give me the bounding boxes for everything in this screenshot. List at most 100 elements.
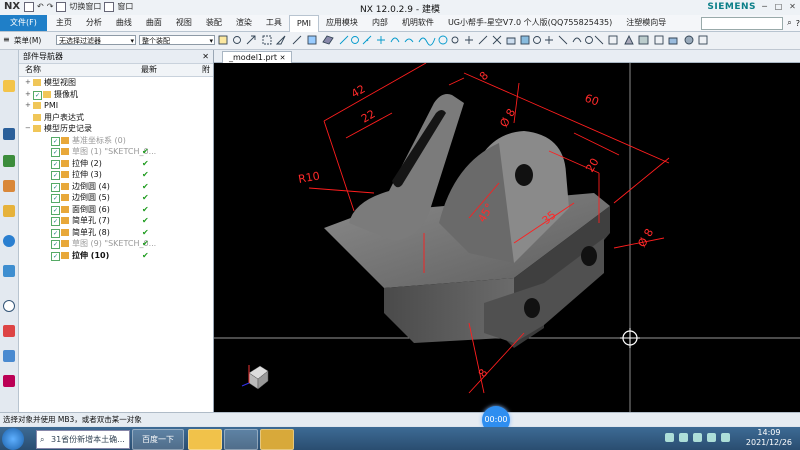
dim-8b: 8 xyxy=(476,367,491,380)
tray-icon[interactable] xyxy=(693,433,702,442)
point-icon xyxy=(233,36,241,44)
close-icon[interactable]: ✕ xyxy=(202,50,209,63)
expand-icon[interactable]: + xyxy=(25,89,31,101)
web-browser-icon[interactable] xyxy=(3,235,15,247)
constraint-navigator-icon[interactable] xyxy=(3,155,15,167)
visibility-checkbox[interactable]: ✓ xyxy=(51,182,60,192)
menu-dropdown[interactable]: 菜单(M) xyxy=(14,35,41,46)
feature-icon xyxy=(61,194,69,201)
manufacturing-wizard-icon[interactable] xyxy=(3,350,15,362)
visibility-checkbox[interactable]: ✓ xyxy=(51,251,60,261)
tree-node[interactable]: 用户表达式 xyxy=(19,112,213,124)
tree-node[interactable]: ✓ 简单孔 (7) ✔ xyxy=(19,215,213,227)
search-icon[interactable]: ⌕ xyxy=(787,18,791,28)
model-view[interactable]: 42 22 8 60 Ø 8 20 R10 45° 35 Ø 8 8 xyxy=(214,63,800,412)
expand-icon[interactable]: + xyxy=(25,100,31,112)
file-menu[interactable]: 文件(F) xyxy=(0,15,47,31)
start-button[interactable] xyxy=(2,428,24,450)
process-studio-icon[interactable] xyxy=(3,325,15,337)
settings-icon xyxy=(698,35,708,45)
navigator-title: 部件导航器 xyxy=(23,52,63,61)
menu-icon[interactable]: ≡ xyxy=(3,35,10,44)
menu-home[interactable]: 主页 xyxy=(49,15,79,31)
menu-surface[interactable]: 曲面 xyxy=(139,15,169,31)
taskbar-search[interactable]: ⌕ 31省份新增本土确... xyxy=(36,430,130,449)
tree-node[interactable]: ✓ 拉伸 (2) ✔ xyxy=(19,158,213,170)
tray-icon[interactable] xyxy=(665,433,674,442)
model-tab[interactable]: _model1.prt ✕ xyxy=(222,51,293,63)
visibility-checkbox[interactable]: ✓ xyxy=(51,205,60,215)
menu-jiming[interactable]: 机明软件 xyxy=(395,15,441,31)
close-icon[interactable]: ✕ xyxy=(787,1,798,12)
command-search-input[interactable] xyxy=(701,16,784,30)
menu-ug-helper[interactable]: UG小帮手-星空V7.0 个人版(QQ755825435) xyxy=(441,15,619,31)
menu-internal[interactable]: 内部 xyxy=(365,15,395,31)
menu-tools[interactable]: 工具 xyxy=(259,15,289,31)
visibility-checkbox[interactable]: ✓ xyxy=(51,148,60,157)
minimize-icon[interactable]: ─ xyxy=(759,1,770,12)
tray-icon[interactable] xyxy=(679,433,688,442)
expand-icon[interactable]: − xyxy=(25,123,31,135)
tree-node[interactable]: ✓ 草图 (1) "SKETCH_0... ✔ xyxy=(19,146,213,158)
menu-application[interactable]: 应用模块 xyxy=(319,15,365,31)
tree-node-label: 边倒圆 (5) xyxy=(72,193,110,202)
visibility-checkbox[interactable]: ✓ xyxy=(33,90,42,100)
history-icon[interactable] xyxy=(3,300,15,312)
explorer-task[interactable] xyxy=(188,429,222,450)
part-navigator-icon[interactable] xyxy=(3,80,15,92)
app-task[interactable] xyxy=(224,429,258,450)
visibility-checkbox[interactable]: ✓ xyxy=(51,194,60,203)
nx-task[interactable] xyxy=(260,429,294,450)
tree-node[interactable]: ✓ 拉伸 (10) ✔ xyxy=(19,250,213,262)
network-icon[interactable] xyxy=(721,433,730,442)
part-navigator: 部件导航器 ✕ 名称 最新 附 + 模型视图 + ✓ 摄像机 + PMI 用户表达式 − 模型历史… xyxy=(19,50,214,412)
expand-icon[interactable]: + xyxy=(25,77,31,89)
volume-icon[interactable] xyxy=(707,433,716,442)
baidu-button[interactable]: 百度一下 xyxy=(132,429,184,450)
menu-view[interactable]: 视图 xyxy=(169,15,199,31)
palettes-icon[interactable] xyxy=(3,265,15,277)
visibility-checkbox[interactable]: ✓ xyxy=(51,159,60,169)
visibility-checkbox[interactable]: ✓ xyxy=(51,171,60,180)
selection-toolbar: ≡ 菜单(M) 无选择过滤器 整个装配 xyxy=(0,32,800,50)
tree-node-label: 简单孔 (7) xyxy=(72,216,110,225)
close-tab-icon[interactable]: ✕ xyxy=(280,54,286,62)
tree-node[interactable]: − 模型历史记录 xyxy=(19,123,213,135)
tree-node[interactable]: + ✓ 摄像机 xyxy=(19,89,213,101)
tree-node[interactable]: ✓ 草图 (9) "SKETCH_0... ✔ xyxy=(19,238,213,250)
tree-node[interactable]: + 模型视图 xyxy=(19,77,213,89)
roles-icon[interactable] xyxy=(3,375,15,387)
reuse-library-icon[interactable] xyxy=(3,180,15,192)
menu-analysis[interactable]: 分析 xyxy=(79,15,109,31)
help-icon[interactable]: ? xyxy=(796,19,800,28)
selection-filter-select[interactable]: 无选择过滤器 xyxy=(56,35,136,46)
tree-node[interactable]: ✓ 面倒圆 (6) ✔ xyxy=(19,204,213,216)
hd3d-tools-icon[interactable] xyxy=(3,205,15,217)
visibility-checkbox[interactable]: ✓ xyxy=(51,136,60,146)
column-extra[interactable]: 附 xyxy=(202,64,210,76)
assembly-navigator-icon[interactable] xyxy=(3,128,15,140)
menu-render[interactable]: 渲染 xyxy=(229,15,259,31)
selection-scope-select[interactable]: 整个装配 xyxy=(139,35,215,46)
tree-node[interactable]: + PMI xyxy=(19,100,213,112)
column-name[interactable]: 名称 xyxy=(25,64,41,76)
visibility-checkbox[interactable]: ✓ xyxy=(51,228,60,238)
up-to-date-check-icon: ✔ xyxy=(142,204,149,214)
visibility-checkbox[interactable]: ✓ xyxy=(51,240,60,249)
dim-dia8b: Ø 8 xyxy=(635,226,656,249)
taskbar-clock[interactable]: 14:09 2021/12/26 xyxy=(746,428,792,448)
menu-curve[interactable]: 曲线 xyxy=(109,15,139,31)
maximize-icon[interactable]: □ xyxy=(773,1,784,12)
menu-pmi[interactable]: PMI xyxy=(288,14,319,32)
tree-node[interactable]: ✓ 边倒圆 (4) ✔ xyxy=(19,181,213,193)
tree-node[interactable]: ✓ 边倒圆 (5) ✔ xyxy=(19,192,213,204)
snap-inter-icon xyxy=(492,35,502,45)
menu-assembly[interactable]: 装配 xyxy=(199,15,229,31)
column-latest[interactable]: 最新 xyxy=(141,64,157,76)
menu-mold-wizard[interactable]: 注塑模向导 xyxy=(619,15,673,31)
visibility-checkbox[interactable]: ✓ xyxy=(51,217,60,226)
tree-node[interactable]: ✓ 简单孔 (8) ✔ xyxy=(19,227,213,239)
tree-node[interactable]: ✓ 基准坐标系 (0) xyxy=(19,135,213,147)
tree-node[interactable]: ✓ 拉伸 (3) ✔ xyxy=(19,169,213,181)
graphics-window[interactable]: 42 22 8 60 Ø 8 20 R10 45° 35 Ø 8 8 xyxy=(214,63,800,412)
